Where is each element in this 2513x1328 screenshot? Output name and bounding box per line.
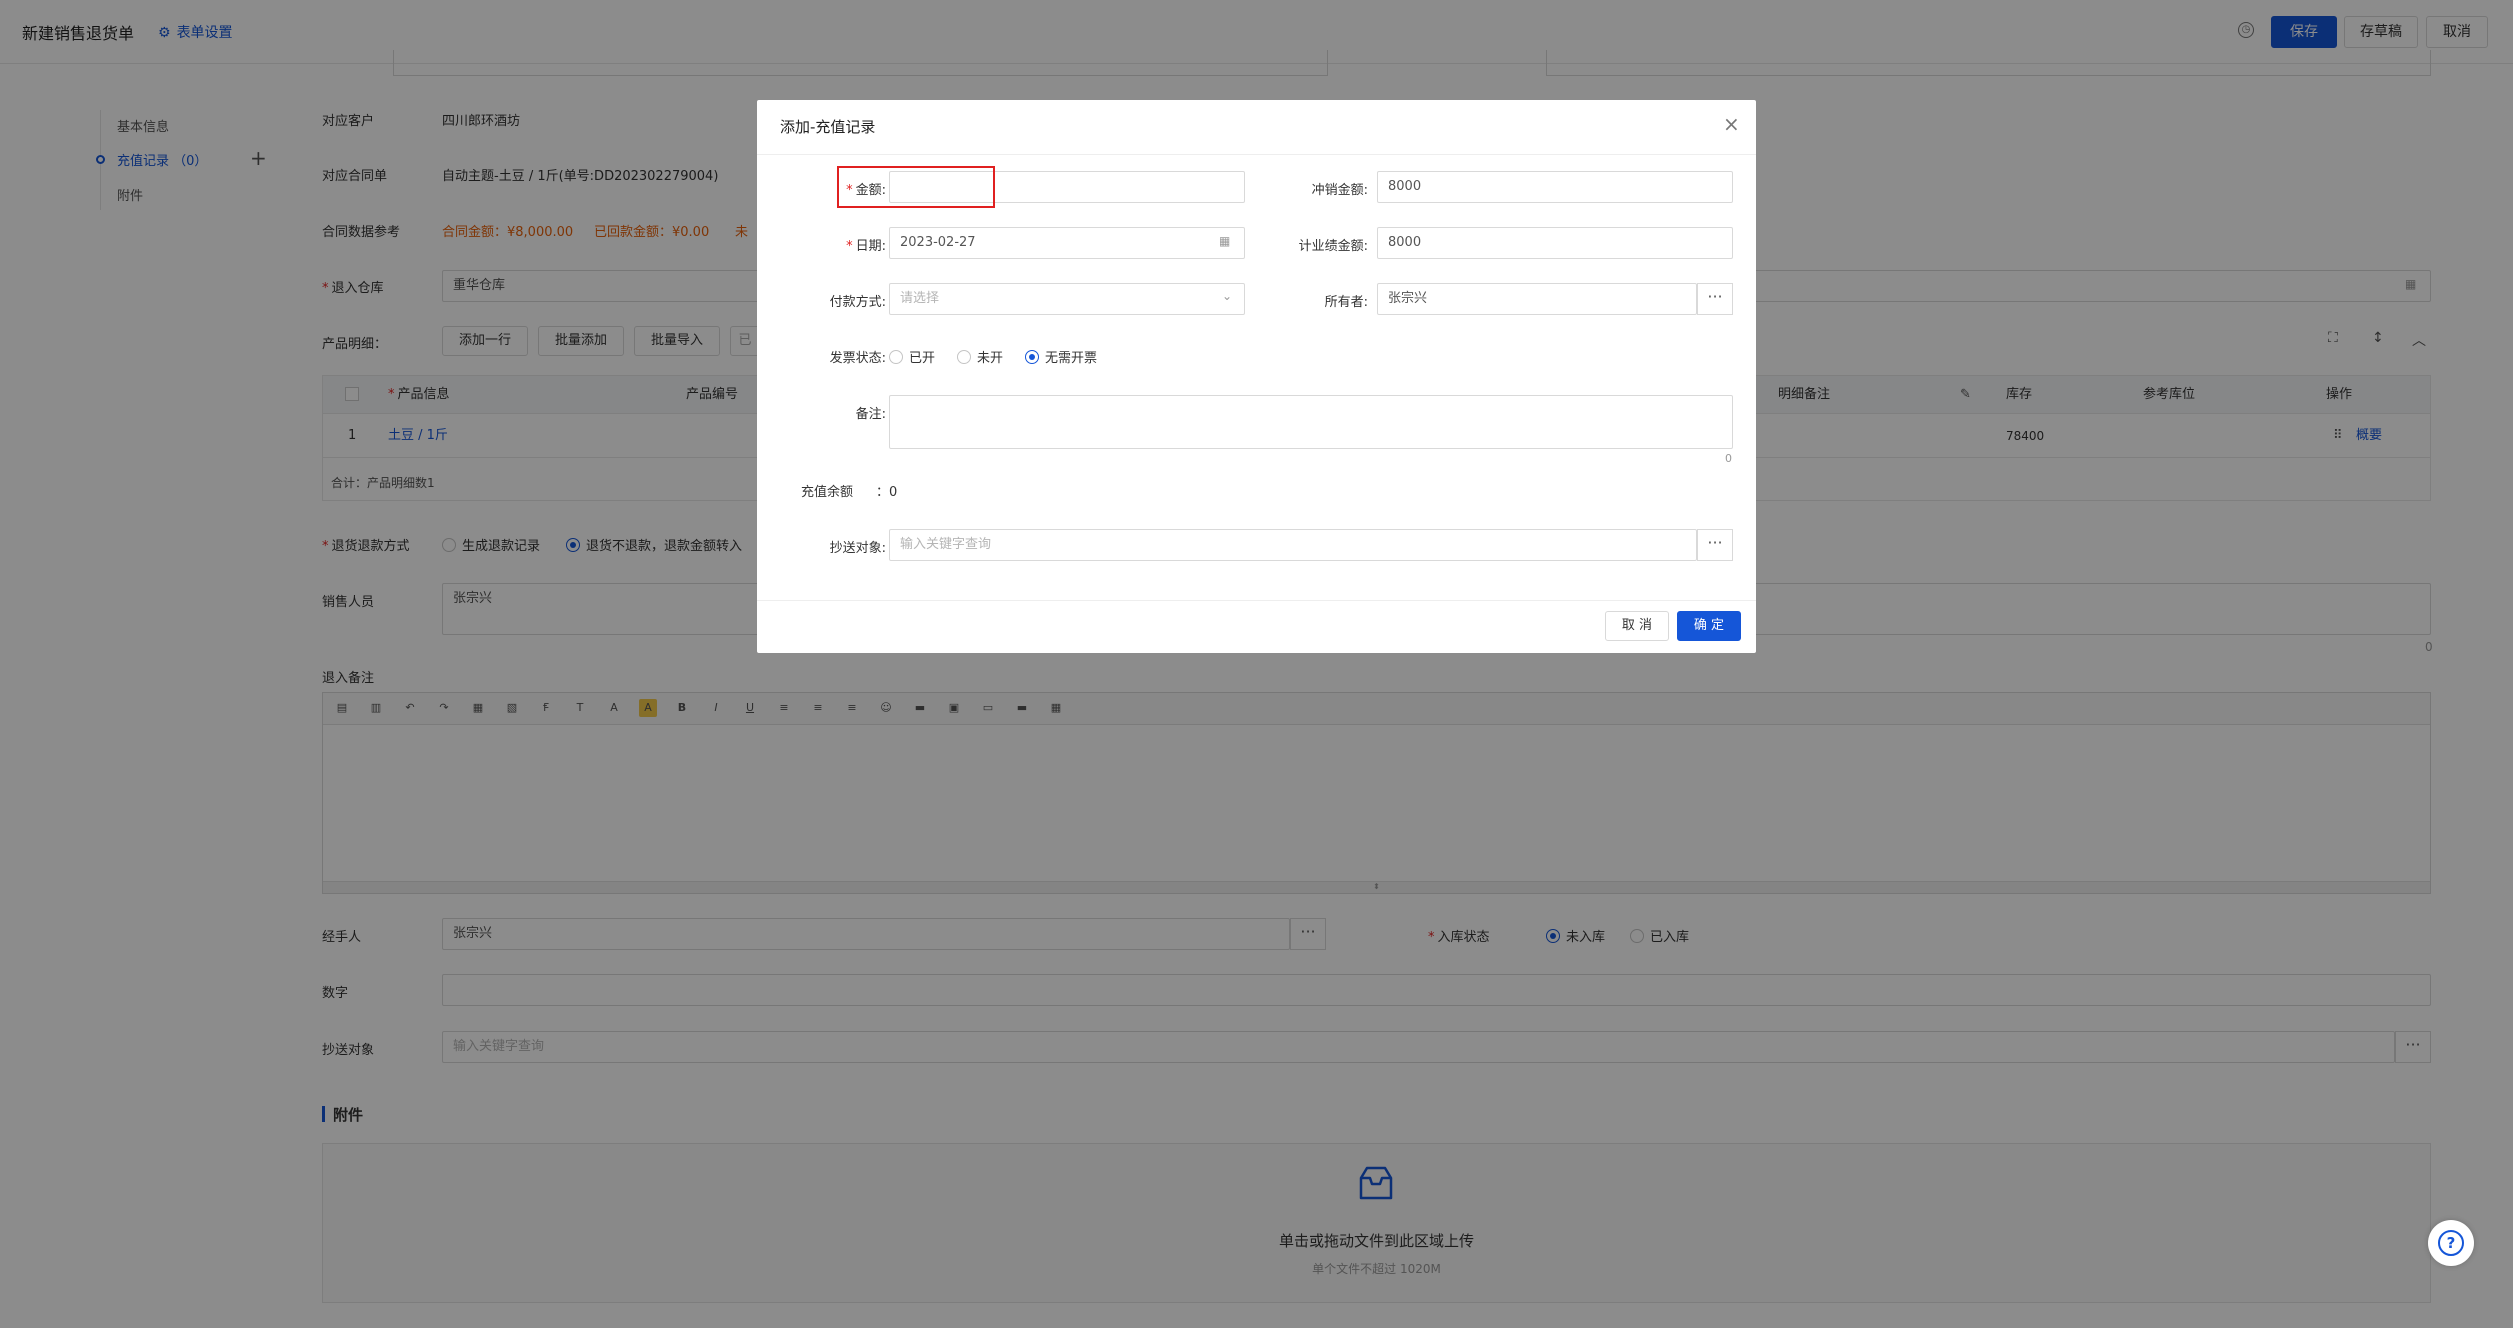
performance-amount-label: 计业绩金额: <box>1298 239 1368 254</box>
date-input[interactable]: 2023-02-27 <box>889 227 1245 259</box>
balance-value: ：0 <box>876 485 898 500</box>
payment-method-select[interactable]: 请选择 <box>889 283 1245 315</box>
dialog-title: 添加-充值记录 <box>780 118 876 136</box>
cc-label: 抄送对象: <box>829 541 886 556</box>
question-icon: ? <box>2438 1230 2464 1256</box>
radio-icon <box>889 350 903 364</box>
help-button[interactable]: ? <box>2428 1220 2474 1266</box>
radio-icon <box>957 350 971 364</box>
chevron-down-icon[interactable]: ⌄ <box>1222 289 1232 303</box>
remark-label: 备注: <box>855 407 886 422</box>
highlight-box <box>837 166 995 208</box>
invoice-option-not-required[interactable]: 无需开票 <box>1025 347 1097 366</box>
offset-amount-input[interactable]: 8000 <box>1377 171 1733 203</box>
remark-textarea[interactable] <box>889 395 1733 449</box>
close-icon[interactable]: × <box>1723 112 1740 136</box>
payment-method-label: 付款方式: <box>829 295 886 310</box>
radio-checked-icon <box>1025 350 1039 364</box>
recharge-dialog: 添加-充值记录 × 金额: 冲销金额: 8000 日期: 2023-02-27 … <box>757 100 1756 653</box>
dialog-cancel-button[interactable]: 取 消 <box>1605 611 1669 641</box>
cc-more-icon[interactable]: ··· <box>1697 529 1733 561</box>
cc-input[interactable]: 输入关键字查询 <box>889 529 1697 561</box>
invoice-status-label: 发票状态: <box>829 351 886 366</box>
owner-input[interactable]: 张宗兴 <box>1377 283 1697 315</box>
performance-amount-input[interactable]: 8000 <box>1377 227 1733 259</box>
dialog-confirm-button[interactable]: 确 定 <box>1677 611 1741 641</box>
owner-more-icon[interactable]: ··· <box>1697 283 1733 315</box>
invoice-option-issued[interactable]: 已开 <box>889 347 935 366</box>
remark-char-count: 0 <box>1725 452 1732 465</box>
date-label: 日期: <box>846 235 886 254</box>
calendar-icon[interactable]: ▦ <box>1219 234 1230 248</box>
owner-label: 所有者: <box>1324 295 1368 310</box>
invoice-option-not-issued[interactable]: 未开 <box>957 347 1003 366</box>
offset-amount-label: 冲销金额: <box>1311 183 1368 198</box>
balance-label: 充值余额 <box>801 485 854 500</box>
